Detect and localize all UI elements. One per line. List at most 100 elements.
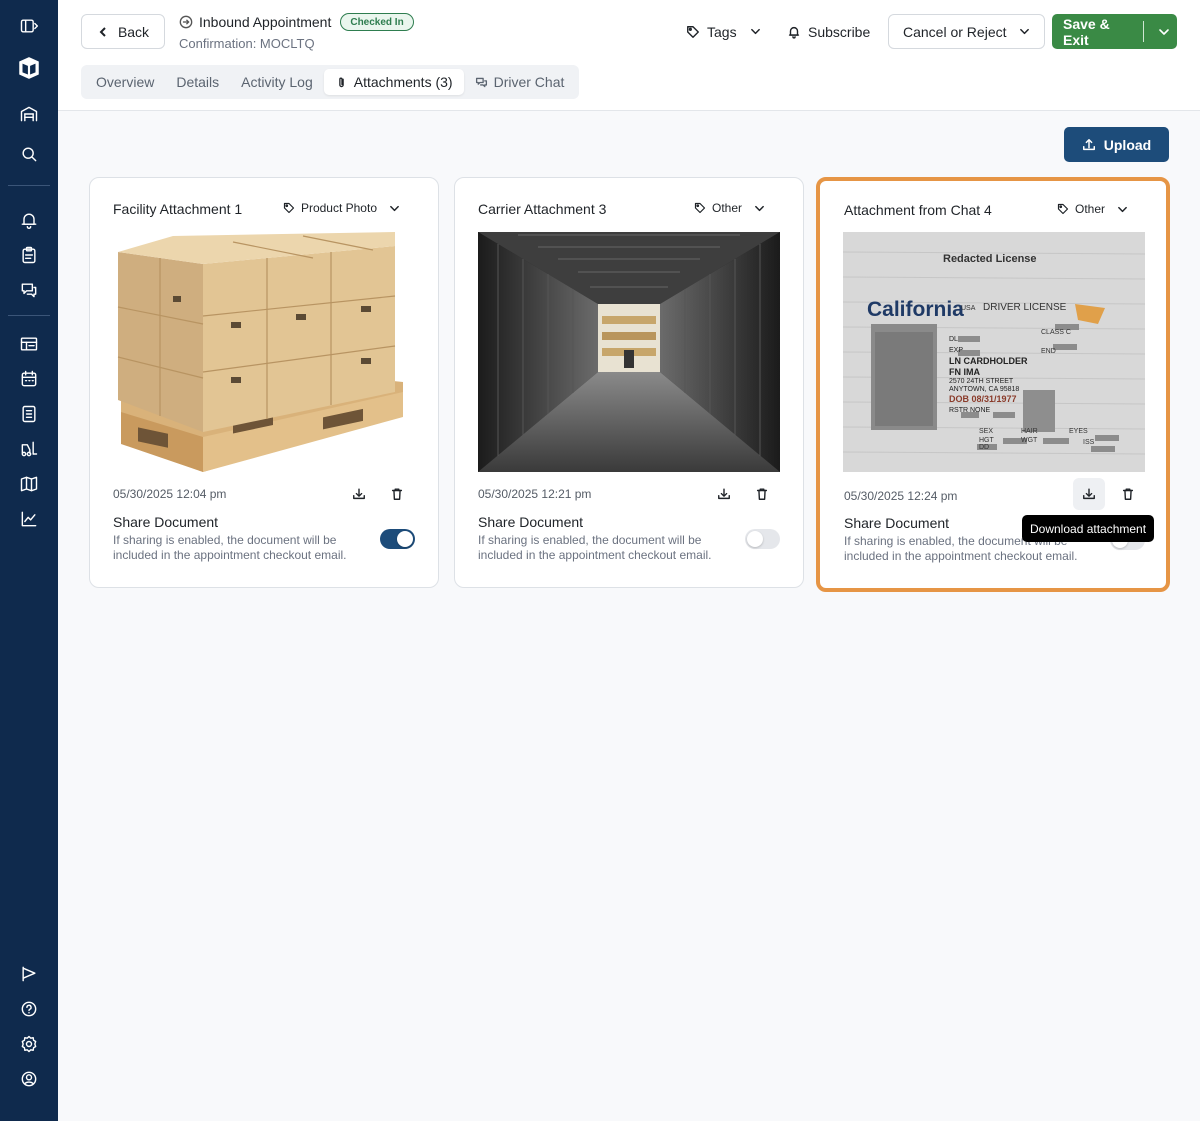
chevron-down-icon [1159, 28, 1169, 35]
clipboard-icon[interactable] [14, 240, 44, 270]
delete-attachment-button[interactable] [381, 478, 413, 510]
map-icon[interactable] [14, 469, 44, 499]
download-attachment-tooltip: Download attachment [1022, 515, 1155, 542]
status-badge: Checked In [340, 13, 414, 31]
license-hair: HAIR [1021, 428, 1038, 435]
appointment-tabs: Overview Details Activity Log Attachment… [81, 65, 580, 99]
analytics-icon[interactable] [14, 504, 44, 534]
tab-overview[interactable]: Overview [85, 69, 165, 95]
download-icon [718, 488, 730, 500]
trash-icon [391, 488, 403, 500]
delete-attachment-button[interactable] [1112, 478, 1144, 510]
chevron-down-icon [750, 28, 760, 35]
cancel-or-reject-dropdown[interactable]: Cancel or Reject [888, 14, 1045, 49]
share-document-toggle[interactable] [380, 529, 415, 549]
license-field: RSTR NONE [949, 407, 991, 414]
license-field: DL [949, 336, 958, 343]
chat-icon[interactable] [14, 275, 44, 305]
chevron-down-icon [1118, 206, 1127, 212]
calendar-icon[interactable] [14, 364, 44, 394]
app-logo[interactable] [14, 53, 44, 83]
tag-icon [283, 202, 295, 214]
sidebar-divider [8, 185, 50, 186]
download-attachment-button[interactable] [708, 478, 740, 510]
tab-attachments[interactable]: Attachments (3) [323, 69, 464, 95]
attachment-title: Carrier Attachment 3 [478, 201, 607, 217]
share-document-toggle[interactable] [745, 529, 780, 549]
save-separator [1142, 21, 1144, 42]
boxes-on-pallet-image [113, 232, 415, 472]
attachment-thumbnail-trailer-interior[interactable] [478, 232, 780, 472]
license-heading: Redacted License [943, 253, 1037, 265]
upload-button[interactable]: Upload [1064, 127, 1169, 162]
attachment-thumbnail-boxes-on-pallet[interactable] [113, 232, 415, 472]
trash-icon [1122, 488, 1134, 500]
attachment-tag-dropdown[interactable]: Other [694, 201, 765, 215]
license-field: FN IMA [949, 367, 980, 377]
tags-dropdown[interactable]: Tags [686, 14, 761, 49]
license-fields: DL EXP LN CARDHOLDER FN IMA 2570 24TH ST… [949, 334, 1059, 416]
attachment-tag-label: Other [711, 201, 742, 215]
page-title: Inbound Appointment [199, 14, 332, 30]
appointment-title-row: Inbound Appointment Checked In [179, 13, 414, 31]
back-button[interactable]: Back [81, 14, 165, 49]
chevron-down-icon [1019, 28, 1029, 35]
download-attachment-button[interactable] [343, 478, 375, 510]
download-attachment-button[interactable] [1073, 478, 1105, 510]
chevron-left-icon [99, 26, 106, 37]
license-eyes: EYES [1069, 428, 1088, 435]
chevron-down-icon [755, 205, 764, 211]
settings-gear-icon[interactable] [14, 1029, 44, 1059]
toggle-knob [397, 531, 413, 547]
user-profile-icon[interactable] [14, 1064, 44, 1094]
license-field: 2570 24TH STREET [949, 378, 1014, 385]
share-document-description: If sharing is enabled, the document will… [478, 533, 712, 562]
forklift-icon[interactable] [14, 434, 44, 464]
share-document-title: Share Document [113, 514, 219, 530]
cancel-label: Cancel or Reject [903, 23, 1007, 40]
trailer-interior-image [478, 232, 780, 472]
sidebar-toggle-icon[interactable] [14, 11, 44, 41]
attachment-card: Carrier Attachment 3 Other 05/30/2025 12… [454, 177, 804, 588]
delete-attachment-button[interactable] [746, 478, 778, 510]
chat-bubbles-icon [475, 77, 487, 87]
announcement-icon[interactable] [14, 959, 44, 989]
attachment-title: Attachment from Chat 4 [844, 202, 992, 218]
license-field: EXP [949, 347, 964, 354]
tab-driver-chat[interactable]: Driver Chat [464, 69, 576, 95]
save-and-exit-button-group: Save & Exit [1052, 14, 1177, 49]
save-and-exit-button[interactable]: Save & Exit [1052, 14, 1136, 49]
tab-activity-log[interactable]: Activity Log [230, 69, 324, 95]
share-document-title: Share Document [844, 515, 950, 531]
dock-icon[interactable] [14, 329, 44, 359]
attachment-tag-label: Other [1074, 202, 1105, 216]
tab-details[interactable]: Details [165, 69, 230, 95]
upload-label: Upload [1103, 136, 1152, 153]
attachment-tag-dropdown[interactable]: Other [1057, 202, 1128, 216]
attachment-thumbnail-driver-license[interactable]: Redacted License California USA DRIVER L… [843, 232, 1145, 472]
license-iss: ISS [1083, 439, 1095, 446]
paperclip-icon [338, 77, 344, 87]
tag-icon [687, 25, 699, 38]
help-icon[interactable] [14, 994, 44, 1024]
search-icon[interactable] [14, 139, 44, 169]
page-header: Back Inbound Appointment Checked In Conf… [58, 0, 1200, 111]
license-dd: DD [979, 444, 990, 451]
door-icon[interactable] [14, 399, 44, 429]
warehouse-icon[interactable] [14, 99, 44, 129]
bell-icon [788, 26, 800, 39]
save-options-dropdown[interactable] [1151, 14, 1177, 49]
tag-icon [1057, 203, 1069, 215]
attachment-card: Facility Attachment 1 Product Photo 05/3… [89, 177, 439, 588]
share-document-title: Share Document [478, 514, 584, 530]
license-field: LN CARDHOLDER [949, 356, 1028, 366]
chevron-down-icon [390, 205, 399, 211]
attachment-tag-dropdown[interactable]: Product Photo [283, 201, 400, 215]
tag-icon [694, 202, 706, 214]
bell-icon[interactable] [14, 205, 44, 235]
license-field: ANYTOWN, CA 95818 [949, 386, 1020, 393]
upload-icon [1082, 138, 1095, 150]
sidebar-divider [8, 315, 50, 316]
license-doc-type: DRIVER LICENSE [983, 302, 1067, 313]
subscribe-button[interactable]: Subscribe [787, 14, 870, 49]
